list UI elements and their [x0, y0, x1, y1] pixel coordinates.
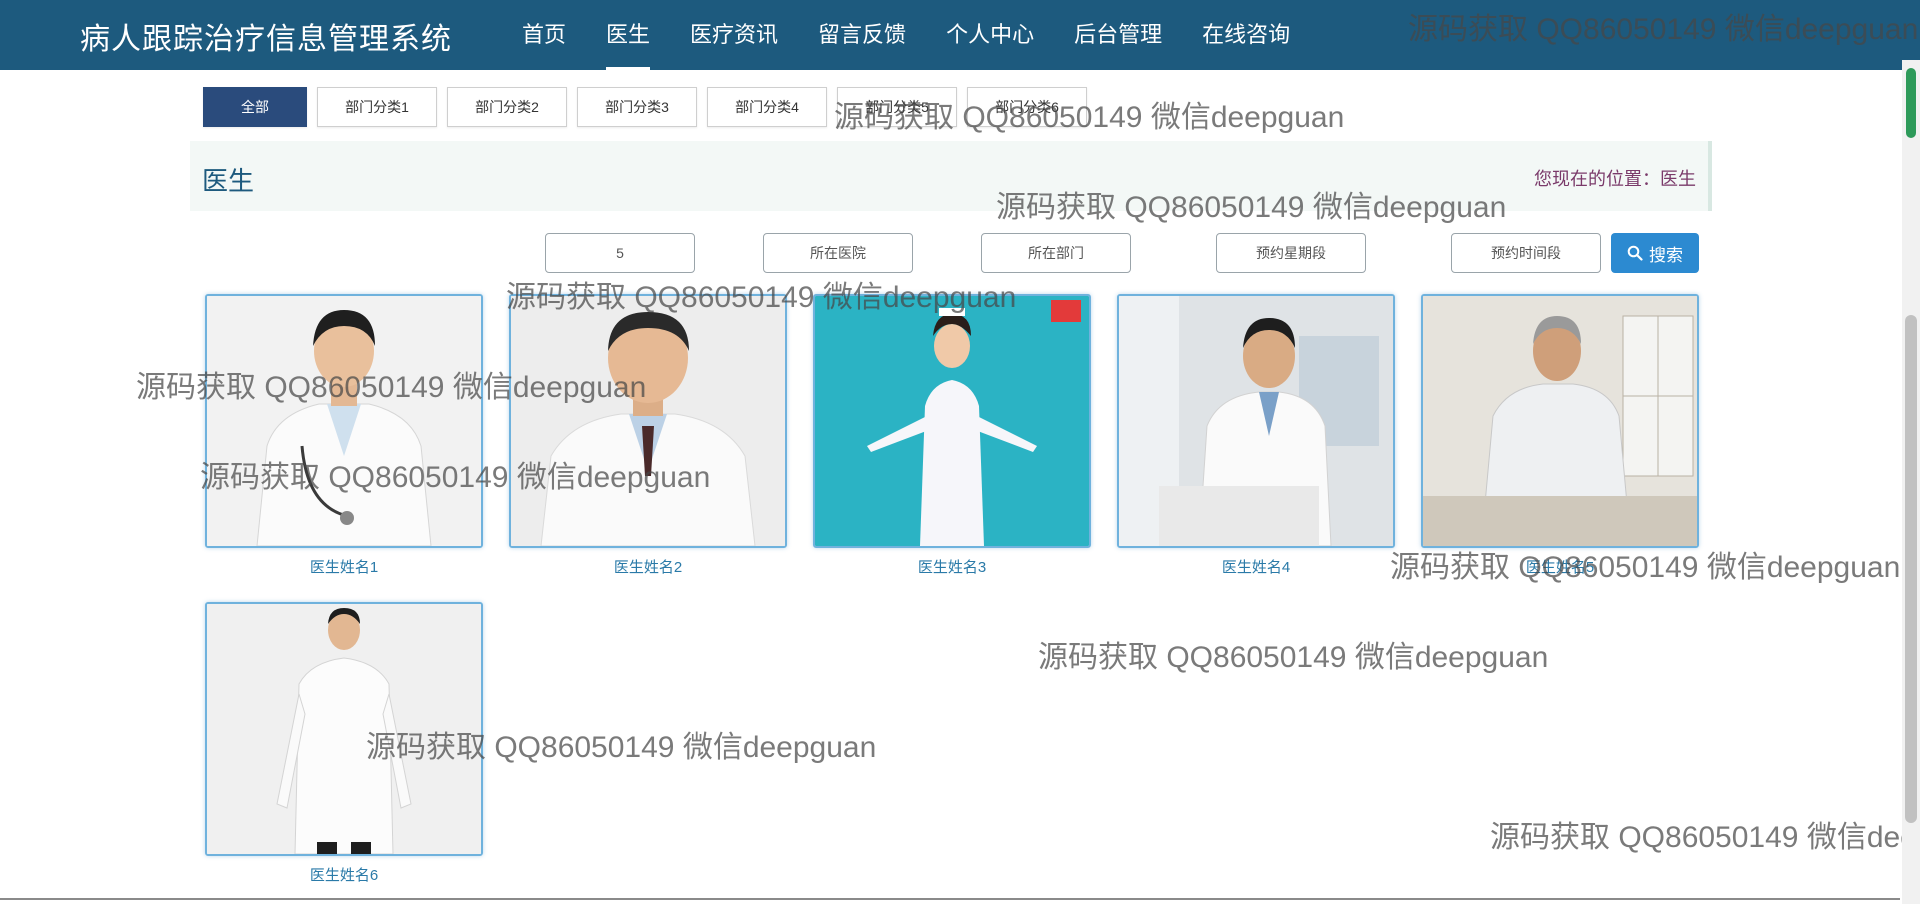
category-button-5[interactable]: 部门分类5 — [837, 87, 957, 127]
scroll-indicator — [1906, 68, 1916, 138]
doctor-name[interactable]: 医生姓名2 — [509, 556, 787, 577]
category-button-3[interactable]: 部门分类3 — [577, 87, 697, 127]
timeslot-filter-input[interactable]: 预约时间段 — [1451, 233, 1601, 273]
doctor-name[interactable]: 医生姓名4 — [1117, 556, 1395, 577]
doctor-name[interactable]: 医生姓名6 — [205, 864, 483, 885]
watermark: 源码获取 QQ86050149 微信deepguan — [1490, 821, 1920, 854]
department-category-filter: 全部 部门分类1 部门分类2 部门分类3 部门分类4 部门分类5 部门分类6 — [203, 87, 1087, 127]
doctor-card[interactable]: 医生姓名1 — [205, 294, 483, 577]
doctor-photo[interactable] — [509, 294, 787, 548]
page-title: 医生 — [202, 166, 255, 196]
nav-item-admin[interactable]: 后台管理 — [1054, 0, 1182, 70]
top-navigation-bar: 病人跟踪治疗信息管理系统 首页 医生 医疗资讯 留言反馈 个人中心 后台管理 在… — [0, 0, 1920, 70]
breadcrumb: 您现在的位置：医生 — [1534, 169, 1696, 189]
category-button-2[interactable]: 部门分类2 — [447, 87, 567, 127]
hospital-filter-input[interactable]: 所在医院 — [763, 233, 913, 273]
search-input[interactable]: 5 — [545, 233, 695, 273]
nav-item-medical-news[interactable]: 医疗资讯 — [670, 0, 798, 70]
doctor-card[interactable]: 医生姓名3 — [813, 294, 1091, 577]
department-filter-input[interactable]: 所在部门 — [981, 233, 1131, 273]
search-icon — [1627, 245, 1643, 261]
footer-divider — [0, 898, 1900, 900]
search-button[interactable]: 搜索 — [1611, 233, 1699, 273]
doctor-card[interactable]: 医生姓名2 — [509, 294, 787, 577]
doctor-card[interactable]: 医生姓名4 — [1117, 294, 1395, 577]
weekday-filter-input[interactable]: 预约星期段 — [1216, 233, 1366, 273]
nav-item-online-consult[interactable]: 在线咨询 — [1182, 0, 1310, 70]
category-all-button[interactable]: 全部 — [203, 87, 307, 127]
doctor-name[interactable]: 医生姓名5 — [1421, 556, 1699, 577]
page-scrollbar[interactable] — [1902, 60, 1920, 904]
nav-item-home[interactable]: 首页 — [502, 0, 586, 70]
category-button-6[interactable]: 部门分类6 — [967, 87, 1087, 127]
category-button-1[interactable]: 部门分类1 — [317, 87, 437, 127]
doctor-card[interactable]: 医生姓名6 — [205, 602, 483, 885]
search-button-label: 搜索 — [1649, 245, 1683, 265]
doctor-card[interactable]: 医生姓名5 — [1421, 294, 1699, 577]
search-filter-row: 5 所在医院 所在部门 预约星期段 预约时间段 搜索 — [0, 233, 1920, 273]
scrollbar-thumb[interactable] — [1905, 315, 1917, 823]
nav-item-personal-center[interactable]: 个人中心 — [926, 0, 1054, 70]
doctor-photo[interactable] — [205, 294, 483, 548]
doctor-photo[interactable] — [1117, 294, 1395, 548]
site-brand-title[interactable]: 病人跟踪治疗信息管理系统 — [80, 14, 452, 58]
doctor-photo[interactable] — [813, 294, 1091, 548]
main-nav: 首页 医生 医疗资讯 留言反馈 个人中心 后台管理 在线咨询 — [502, 0, 1310, 70]
watermark: 源码获取 QQ86050149 微信deepguan — [1038, 641, 1549, 674]
doctor-name[interactable]: 医生姓名1 — [205, 556, 483, 577]
nav-item-feedback[interactable]: 留言反馈 — [798, 0, 926, 70]
category-button-4[interactable]: 部门分类4 — [707, 87, 827, 127]
section-header: 医生 您现在的位置：医生 — [190, 141, 1712, 211]
doctor-photo[interactable] — [205, 602, 483, 856]
doctor-name[interactable]: 医生姓名3 — [813, 556, 1091, 577]
doctor-photo[interactable] — [1421, 294, 1699, 548]
nav-item-doctors[interactable]: 医生 — [586, 0, 670, 70]
